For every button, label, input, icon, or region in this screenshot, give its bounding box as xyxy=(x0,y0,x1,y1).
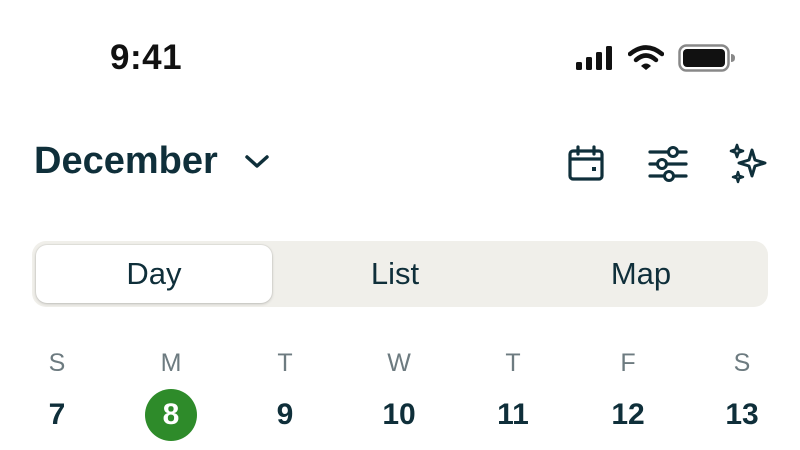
week-strip: S 7 M 8 T 9 W 10 T 11 F 12 S 13 xyxy=(0,345,800,445)
filter-button[interactable] xyxy=(646,144,690,188)
month-selector[interactable]: December xyxy=(34,140,270,183)
day-saturday[interactable]: S 13 xyxy=(702,345,782,441)
day-number: 7 xyxy=(48,398,66,431)
tab-label: Day xyxy=(126,256,182,291)
signal-icon xyxy=(576,46,614,75)
header-actions xyxy=(564,142,772,191)
wifi-icon xyxy=(627,45,665,76)
sparkles-icon xyxy=(728,142,772,191)
status-icons xyxy=(576,44,736,77)
day-monday[interactable]: M 8 xyxy=(131,345,211,441)
day-number: 12 xyxy=(611,398,645,431)
ai-sparkle-button[interactable] xyxy=(728,142,772,191)
calendar-button[interactable] xyxy=(564,144,608,188)
day-number: 10 xyxy=(382,398,416,431)
weekday-letter: W xyxy=(387,349,411,377)
tab-list[interactable]: List xyxy=(272,245,518,303)
weekday-letter: T xyxy=(505,349,521,377)
chevron-down-icon xyxy=(244,154,270,170)
weekday-letter: M xyxy=(160,349,182,377)
tab-map[interactable]: Map xyxy=(518,245,764,303)
weekday-letter: S xyxy=(48,349,66,377)
status-time: 9:41 xyxy=(110,38,183,77)
day-thursday[interactable]: T 11 xyxy=(473,345,553,441)
status-bar: 9:41 xyxy=(0,0,800,120)
day-number: 13 xyxy=(725,398,759,431)
weekday-letter: F xyxy=(620,349,636,377)
weekday-letter: S xyxy=(733,349,751,377)
view-tabs: Day List Map xyxy=(32,241,768,307)
day-number: 11 xyxy=(497,398,529,431)
day-number-selected: 8 xyxy=(145,389,197,441)
day-sunday[interactable]: S 7 xyxy=(17,345,97,441)
header: December xyxy=(0,130,800,200)
day-tuesday[interactable]: T 9 xyxy=(245,345,325,441)
day-number: 9 xyxy=(276,398,294,431)
battery-icon xyxy=(678,44,736,77)
tab-day[interactable]: Day xyxy=(36,245,272,303)
day-wednesday[interactable]: W 10 xyxy=(359,345,439,441)
tab-label: List xyxy=(370,256,420,291)
tab-label: Map xyxy=(610,256,672,291)
day-friday[interactable]: F 12 xyxy=(588,345,668,441)
month-label: December xyxy=(34,140,218,182)
calendar-icon xyxy=(566,144,606,189)
sliders-icon xyxy=(647,144,689,189)
weekday-letter: T xyxy=(277,349,293,377)
